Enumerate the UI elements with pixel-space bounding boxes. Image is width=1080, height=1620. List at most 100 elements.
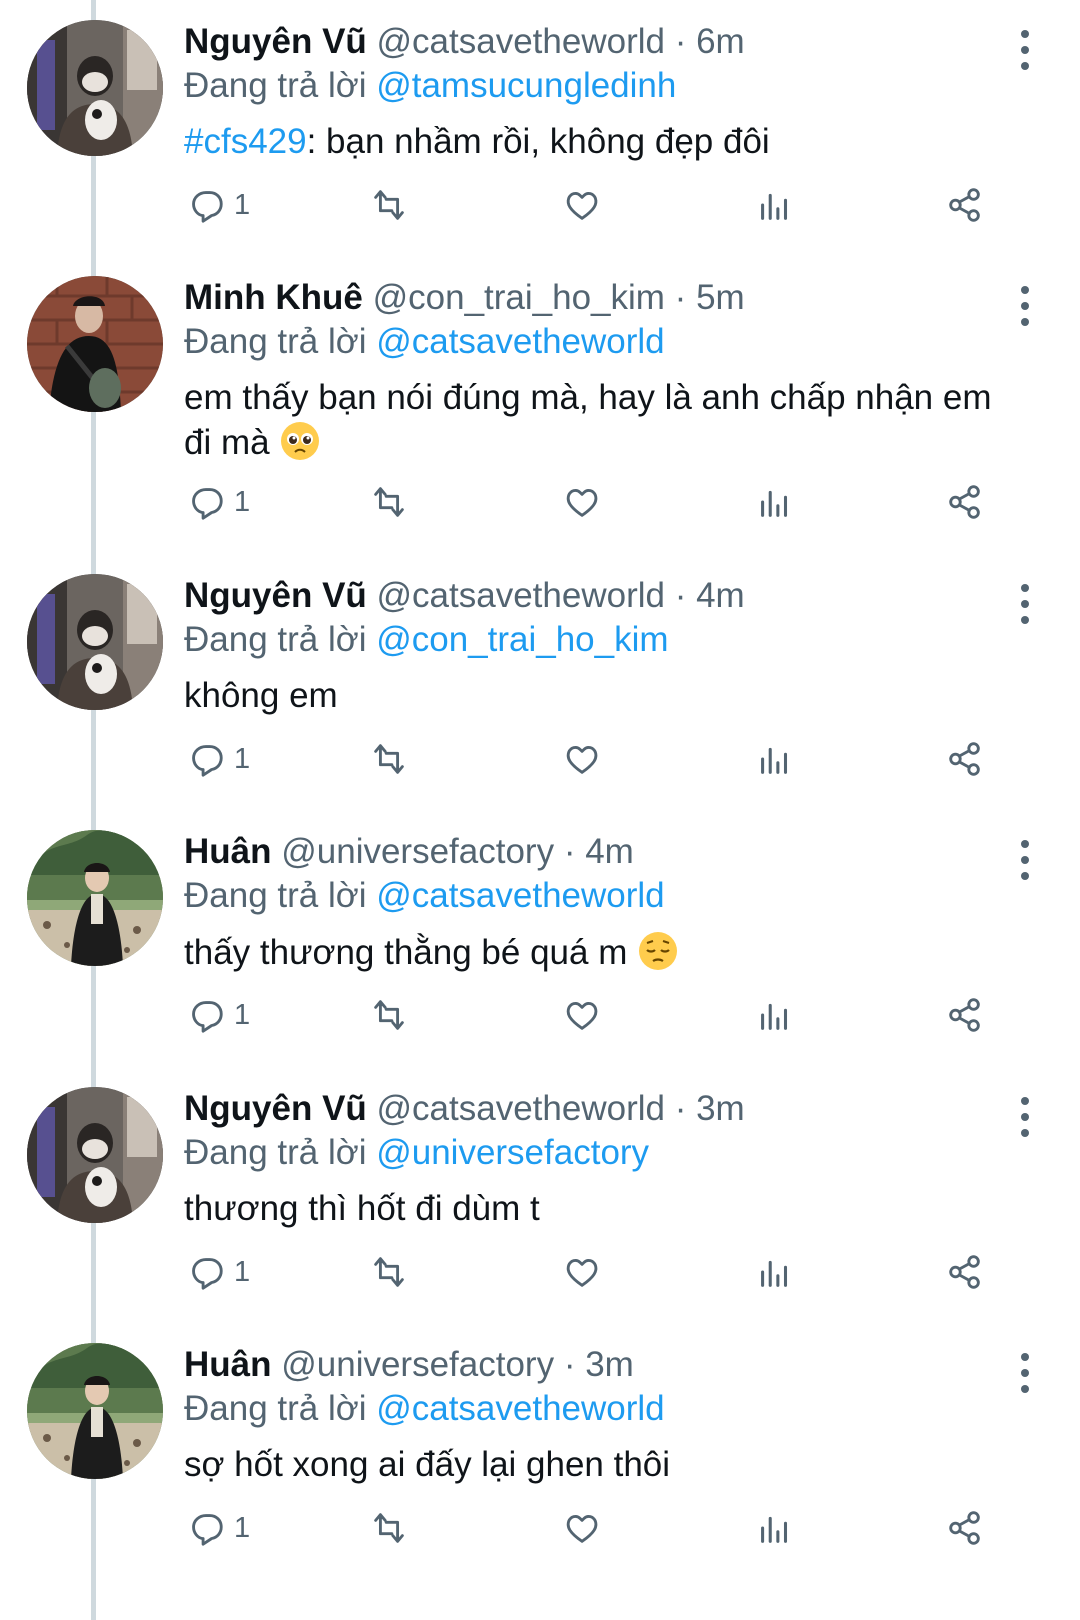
reply-count: 1 — [234, 188, 251, 221]
display-name[interactable]: Nguyên Vũ — [184, 576, 367, 615]
display-name[interactable]: Nguyên Vũ — [184, 22, 367, 61]
replying-to-mention[interactable]: @con_trai_ho_kim — [376, 620, 668, 659]
tweet-body: thấy thương thằng bé quá m — [184, 930, 1024, 975]
avatar[interactable] — [27, 276, 163, 412]
like-button[interactable] — [562, 180, 604, 230]
stats-icon — [761, 1003, 788, 1030]
share-button[interactable] — [944, 180, 986, 230]
more-options-icon[interactable] — [1010, 838, 1040, 882]
retweet-button[interactable] — [368, 477, 410, 527]
like-button[interactable] — [562, 1247, 604, 1297]
user-handle[interactable]: @con_trai_ho_kim — [373, 278, 665, 317]
reply-count: 1 — [234, 1511, 251, 1544]
more-options-icon[interactable] — [1010, 28, 1040, 72]
like-button[interactable] — [562, 477, 604, 527]
user-handle[interactable]: @catsavetheworld — [377, 576, 665, 615]
separator-dot: · — [664, 22, 697, 61]
more-options-icon[interactable] — [1010, 1095, 1040, 1139]
reply-button[interactable]: 1 — [184, 734, 250, 784]
like-button[interactable] — [562, 1503, 604, 1553]
avatar[interactable] — [27, 1343, 163, 1479]
reply-icon — [192, 1001, 223, 1033]
more-options-icon[interactable] — [1010, 1351, 1040, 1395]
share-icon — [949, 485, 980, 519]
tweet-actions: 1 — [184, 1247, 1030, 1297]
replying-to-label: Đang trả lời — [184, 876, 367, 915]
more-options-icon[interactable] — [1010, 284, 1040, 328]
tweet-actions: 1 — [184, 477, 1030, 527]
user-handle[interactable]: @universefactory — [281, 832, 554, 871]
tweet[interactable]: Nguyên Vũ @catsavetheworld · 4m Đang trả … — [0, 564, 1080, 830]
share-button[interactable] — [944, 1503, 986, 1553]
timestamp[interactable]: 3m — [585, 1345, 634, 1384]
more-options-icon[interactable] — [1010, 582, 1040, 626]
user-handle[interactable]: @catsavetheworld — [377, 22, 665, 61]
replying-to-mention[interactable]: @tamsucungledinh — [376, 66, 676, 105]
share-icon — [949, 1255, 980, 1289]
avatar[interactable] — [27, 574, 163, 710]
separator-dot: · — [664, 278, 697, 317]
pensive-face-emoji — [637, 932, 679, 972]
view-stats-button[interactable] — [754, 1247, 796, 1297]
view-stats-button[interactable] — [754, 477, 796, 527]
retweet-button[interactable] — [368, 180, 410, 230]
hashtag-link[interactable]: #cfs429 — [184, 122, 307, 161]
tweet-body: không em — [184, 674, 1024, 718]
display-name[interactable]: Huân — [184, 1345, 272, 1384]
timestamp[interactable]: 4m — [585, 832, 634, 871]
reply-button[interactable]: 1 — [184, 1247, 250, 1297]
tweet-text: thương thì hốt đi dùm t — [184, 1189, 540, 1228]
avatar[interactable] — [27, 1087, 163, 1223]
replying-to-mention[interactable]: @universefactory — [376, 1133, 649, 1172]
timestamp[interactable]: 3m — [696, 1089, 745, 1128]
view-stats-button[interactable] — [754, 734, 796, 784]
reply-icon — [192, 191, 223, 223]
user-handle[interactable]: @universefactory — [281, 1345, 554, 1384]
tweet[interactable]: Nguyên Vũ @catsavetheworld · 3m Đang trả … — [0, 1077, 1080, 1343]
share-button[interactable] — [944, 734, 986, 784]
reply-button[interactable]: 1 — [184, 477, 250, 527]
view-stats-button[interactable] — [754, 1503, 796, 1553]
reply-button[interactable]: 1 — [184, 180, 250, 230]
stats-icon — [761, 1516, 788, 1543]
heart-icon — [566, 191, 598, 220]
tweet-text: thấy thương thằng bé quá m — [184, 933, 628, 972]
share-icon — [949, 998, 980, 1032]
timestamp[interactable]: 4m — [696, 576, 745, 615]
reply-button[interactable]: 1 — [184, 990, 250, 1040]
display-name[interactable]: Huân — [184, 832, 272, 871]
retweet-button[interactable] — [368, 734, 410, 784]
share-icon — [949, 1511, 980, 1545]
retweet-icon — [374, 744, 404, 774]
replying-to-mention[interactable]: @catsavetheworld — [376, 876, 664, 915]
separator-dot: · — [664, 1089, 697, 1128]
timestamp[interactable]: 6m — [696, 22, 745, 61]
like-button[interactable] — [562, 734, 604, 784]
display-name[interactable]: Minh Khuê — [184, 278, 363, 317]
share-icon — [949, 188, 980, 222]
avatar[interactable] — [27, 20, 163, 156]
replying-to-mention[interactable]: @catsavetheworld — [376, 322, 664, 361]
tweet[interactable]: Nguyên Vũ @catsavetheworld · 6m Đang trả … — [0, 10, 1080, 276]
separator-dot: · — [554, 832, 586, 871]
share-button[interactable] — [944, 1247, 986, 1297]
view-stats-button[interactable] — [754, 990, 796, 1040]
timestamp[interactable]: 5m — [696, 278, 745, 317]
tweet[interactable]: Huân @universefactory · 3m Đang trả lời @… — [0, 1333, 1080, 1599]
reply-button[interactable]: 1 — [184, 1503, 250, 1553]
reply-icon — [192, 1258, 223, 1290]
share-button[interactable] — [944, 990, 986, 1040]
tweet-body: em thấy bạn nói đúng mà, hay là anh chấp… — [184, 376, 1024, 465]
tweet-actions: 1 — [184, 990, 1030, 1040]
retweet-button[interactable] — [368, 990, 410, 1040]
like-button[interactable] — [562, 990, 604, 1040]
tweet[interactable]: Huân @universefactory · 4m Đang trả lời @… — [0, 820, 1080, 1086]
retweet-button[interactable] — [368, 1503, 410, 1553]
retweet-button[interactable] — [368, 1247, 410, 1297]
replying-to-mention[interactable]: @catsavetheworld — [376, 1389, 664, 1428]
user-handle[interactable]: @catsavetheworld — [377, 1089, 665, 1128]
display-name[interactable]: Nguyên Vũ — [184, 1089, 367, 1128]
share-button[interactable] — [944, 477, 986, 527]
avatar[interactable] — [27, 830, 163, 966]
view-stats-button[interactable] — [754, 180, 796, 230]
